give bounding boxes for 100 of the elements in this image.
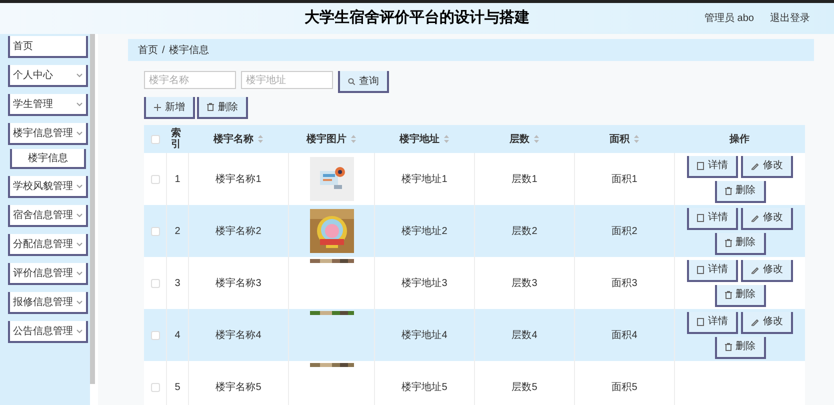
table-cell-text: 层数3 xyxy=(512,276,538,290)
chevron-down-icon xyxy=(76,212,83,218)
detail-button[interactable]: 详情 xyxy=(687,208,738,230)
document-icon xyxy=(697,266,704,274)
sort-icon[interactable] xyxy=(444,135,448,143)
chevron-down-icon xyxy=(76,130,83,136)
table-cell-text: 面积4 xyxy=(612,328,638,342)
table-cell-text: 3 xyxy=(174,276,180,290)
column-header: 索引 xyxy=(171,128,182,150)
chevron-down-icon xyxy=(76,270,83,276)
sidebar-label: 个人中心 xyxy=(13,68,53,82)
breadcrumb-item: 楼宇信息 xyxy=(168,44,209,58)
checkbox[interactable] xyxy=(150,174,160,184)
sidebar-label: 首页 xyxy=(13,40,33,54)
sort-icon[interactable] xyxy=(634,135,638,143)
sidebar-item[interactable]: 楼宇信息管理 xyxy=(8,123,88,145)
delete-button[interactable]: 删除 xyxy=(714,180,766,202)
edit-button[interactable]: 修改 xyxy=(741,156,793,178)
table-cell-text: 楼宇名称1 xyxy=(216,172,262,186)
table-cell-text: 5 xyxy=(174,380,180,394)
page-title: 大学生宿舍评价平台的设计与搭建 xyxy=(304,8,530,28)
table-cell-text: 面积1 xyxy=(612,172,638,186)
sidebar-label: 分配信息管理 xyxy=(13,238,73,252)
search-button[interactable]: 查询 xyxy=(338,71,389,93)
delete-button[interactable]: 删除 xyxy=(714,336,766,358)
table-cell-text: 层数4 xyxy=(512,328,538,342)
delete-button[interactable]: 删除 xyxy=(714,284,766,306)
sidebar-label: 评价信息管理 xyxy=(13,266,73,280)
table-cell-text: 面积5 xyxy=(612,380,638,394)
column-header[interactable]: 楼宇地址 xyxy=(400,132,440,146)
column-header[interactable]: 楼宇图片 xyxy=(306,132,346,146)
sidebar-label: 报修信息管理 xyxy=(13,296,73,310)
sidebar-item[interactable]: 个人中心 xyxy=(8,65,88,87)
detail-button[interactable]: 详情 xyxy=(687,156,738,178)
trash-icon xyxy=(724,342,732,350)
checkbox[interactable] xyxy=(150,226,160,236)
column-header[interactable]: 面积 xyxy=(610,132,630,146)
pencil-icon xyxy=(751,318,759,326)
breadcrumb-item: / xyxy=(162,44,165,58)
pencil-icon xyxy=(751,266,759,274)
search-field[interactable]: 楼宇名称 xyxy=(144,71,236,89)
sidebar-item[interactable]: 学校风貌管理 xyxy=(8,176,88,198)
sidebar-label: 楼宇信息管理 xyxy=(13,126,73,140)
sidebar-item[interactable]: 首页 xyxy=(8,36,88,58)
checkbox[interactable] xyxy=(150,382,160,392)
sort-icon[interactable] xyxy=(350,135,356,143)
column-header[interactable]: 层数 xyxy=(510,132,530,146)
sidebar-label: 宿舍信息管理 xyxy=(13,208,73,222)
sidebar-item[interactable]: 报修信息管理 xyxy=(8,292,88,314)
search-field[interactable]: 楼宇地址 xyxy=(241,71,333,89)
table-cell-text: 楼宇地址2 xyxy=(402,224,448,238)
sidebar-item[interactable]: 宿舍信息管理 xyxy=(8,205,88,227)
table-cell-text: 4 xyxy=(174,328,180,342)
table-cell-text: 面积2 xyxy=(612,224,638,238)
checkbox[interactable] xyxy=(150,330,160,340)
table-cell-text: 楼宇名称3 xyxy=(216,276,262,290)
chevron-down-icon xyxy=(76,328,83,334)
pencil-icon xyxy=(751,162,759,170)
edit-button[interactable]: 修改 xyxy=(741,208,793,230)
sidebar-subitem[interactable]: 楼宇信息 xyxy=(10,149,86,169)
sidebar-item[interactable]: 评价信息管理 xyxy=(8,263,88,285)
trash-icon xyxy=(724,238,732,246)
sort-icon[interactable] xyxy=(258,135,262,143)
table-cell-text: 2 xyxy=(174,224,180,238)
edit-button[interactable]: 修改 xyxy=(741,260,793,282)
edit-button[interactable]: 修改 xyxy=(741,312,793,334)
delete-button[interactable]: 删除 xyxy=(714,232,766,254)
trash-icon xyxy=(724,290,732,298)
sidebar-label: 学生管理 xyxy=(13,98,53,112)
add-button[interactable]: 新增 xyxy=(144,97,195,119)
sidebar-label: 学校风貌管理 xyxy=(13,180,73,194)
logout-link[interactable]: 退出登录 xyxy=(770,11,810,26)
table-cell-text: 楼宇地址3 xyxy=(402,276,448,290)
search-icon xyxy=(348,78,355,84)
table-cell-text: 楼宇名称4 xyxy=(216,328,262,342)
user-label: 管理员 abo xyxy=(704,12,754,26)
pencil-icon xyxy=(751,214,759,222)
table-cell-text: 层数1 xyxy=(512,172,538,186)
table-cell-text: 楼宇名称5 xyxy=(216,380,262,394)
delete-button[interactable]: 删除 xyxy=(197,97,248,119)
table-cell-text: 1 xyxy=(174,172,180,186)
column-header: 操作 xyxy=(730,132,750,146)
table-cell-text: 楼宇名称2 xyxy=(216,224,262,238)
detail-button[interactable]: 详情 xyxy=(687,260,738,282)
sidebar-item[interactable]: 学生管理 xyxy=(8,94,88,116)
column-header[interactable]: 楼宇名称 xyxy=(214,132,254,146)
scrollbar[interactable] xyxy=(90,34,95,384)
table-cell-text: 层数5 xyxy=(512,380,538,394)
chevron-down-icon xyxy=(76,242,83,246)
checkbox[interactable] xyxy=(150,134,160,144)
sort-icon[interactable] xyxy=(534,135,538,143)
chevron-down-icon xyxy=(76,184,83,188)
breadcrumb-item[interactable]: 首页 xyxy=(138,42,158,58)
chevron-down-icon xyxy=(76,72,83,78)
sidebar-item[interactable]: 分配信息管理 xyxy=(8,234,88,256)
table-cell-text: 面积3 xyxy=(612,276,638,290)
sidebar-item[interactable]: 公告信息管理 xyxy=(8,321,88,343)
checkbox[interactable] xyxy=(150,278,160,288)
chevron-down-icon xyxy=(76,300,83,304)
detail-button[interactable]: 详情 xyxy=(687,312,738,334)
